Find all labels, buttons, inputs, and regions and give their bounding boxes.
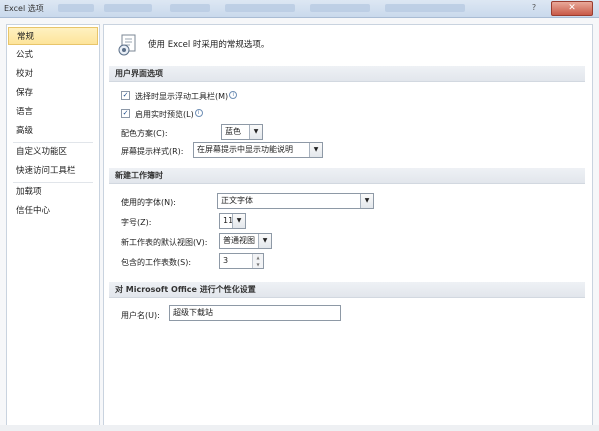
- sidebar-item-save[interactable]: 保存: [8, 84, 98, 102]
- title-bar-decoration: [385, 4, 465, 12]
- screentip-style-label: 屏幕提示样式(R):: [121, 147, 184, 156]
- chevron-down-icon[interactable]: ▼: [232, 214, 245, 228]
- check-icon: ✓: [122, 91, 129, 99]
- username-value: 超级下载站: [173, 308, 213, 317]
- color-scheme-select[interactable]: 蓝色 ▼: [221, 124, 263, 140]
- close-icon: ✕: [568, 3, 576, 13]
- color-scheme-label: 配色方案(C):: [121, 129, 168, 138]
- live-preview-label: 启用实时预览(L): [135, 110, 194, 119]
- mini-toolbar-row: 选择时显示浮动工具栏(M) i: [135, 91, 238, 102]
- title-bar-decoration: [225, 4, 295, 12]
- default-view-select[interactable]: 普通视图 ▼: [219, 233, 272, 249]
- general-options-icon: [118, 34, 136, 56]
- sidebar-item-customize-ribbon[interactable]: 自定义功能区: [8, 143, 98, 161]
- check-icon: ✓: [122, 109, 129, 117]
- window-title: Excel 选项: [4, 4, 44, 13]
- mini-toolbar-checkbox[interactable]: ✓: [121, 91, 130, 100]
- sidebar-item-quick-access-toolbar[interactable]: 快速访问工具栏: [8, 162, 98, 180]
- chevron-up-icon[interactable]: ▲: [253, 254, 263, 261]
- title-bar: Excel 选项 ? ✕: [0, 0, 599, 18]
- options-panel: 使用 Excel 时采用的常规选项。 用户界面选项 ✓ 选择时显示浮动工具栏(M…: [103, 24, 593, 426]
- default-view-label: 新工作表的默认视图(V):: [121, 238, 208, 247]
- title-bar-decoration: [310, 4, 370, 12]
- intro-text: 使用 Excel 时采用的常规选项。: [148, 40, 270, 50]
- color-scheme-value: 蓝色: [225, 127, 241, 136]
- sidebar-item-trust-center[interactable]: 信任中心: [8, 202, 98, 220]
- sidebar-item-advanced[interactable]: 高级: [8, 122, 98, 140]
- stepper-buttons[interactable]: ▲ ▼: [252, 254, 263, 268]
- info-icon: i: [229, 91, 238, 99]
- sheet-count-stepper[interactable]: 3 ▲ ▼: [219, 253, 264, 269]
- info-icon: i: [194, 109, 203, 117]
- category-sidebar: 常规 公式 校对 保存 语言 高级 自定义功能区 快速访问工具栏 加载项 信任中…: [6, 24, 100, 426]
- sidebar-item-language[interactable]: 语言: [8, 103, 98, 121]
- sidebar-item-add-ins[interactable]: 加载项: [8, 183, 98, 201]
- chevron-down-icon[interactable]: ▼: [253, 261, 263, 268]
- chevron-down-icon[interactable]: ▼: [258, 234, 271, 248]
- sidebar-item-general[interactable]: 常规: [8, 27, 98, 45]
- mini-toolbar-label: 选择时显示浮动工具栏(M): [135, 92, 229, 101]
- username-input[interactable]: 超级下载站: [169, 305, 341, 321]
- sheet-count-value: 3: [223, 256, 229, 265]
- dialog-bottom-edge: [0, 425, 599, 431]
- username-label: 用户名(U):: [121, 311, 160, 320]
- chevron-down-icon[interactable]: ▼: [249, 125, 262, 139]
- new-workbook-heading: 新建工作簿时: [109, 168, 585, 184]
- default-view-value: 普通视图: [223, 236, 255, 245]
- title-bar-decoration: [104, 4, 152, 12]
- title-bar-decoration: [58, 4, 94, 12]
- ui-options-heading: 用户界面选项: [109, 66, 585, 82]
- help-button[interactable]: ?: [523, 1, 545, 14]
- font-select[interactable]: 正文字体 ▼: [217, 193, 374, 209]
- screentip-style-value: 在屏幕提示中显示功能说明: [197, 145, 293, 154]
- chevron-down-icon[interactable]: ▼: [360, 194, 373, 208]
- font-label: 使用的字体(N):: [121, 198, 176, 207]
- font-size-select[interactable]: 11 ▼: [219, 213, 246, 229]
- font-size-label: 字号(Z):: [121, 218, 152, 227]
- live-preview-row: 启用实时预览(L) i: [135, 109, 203, 120]
- sidebar-item-proofing[interactable]: 校对: [8, 65, 98, 83]
- sheet-count-label: 包含的工作表数(S):: [121, 258, 192, 267]
- title-bar-decoration: [170, 4, 210, 12]
- chevron-down-icon[interactable]: ▼: [309, 143, 322, 157]
- font-value: 正文字体: [221, 196, 253, 205]
- live-preview-checkbox[interactable]: ✓: [121, 109, 130, 118]
- screentip-style-select[interactable]: 在屏幕提示中显示功能说明 ▼: [193, 142, 323, 158]
- personalize-heading: 对 Microsoft Office 进行个性化设置: [109, 282, 585, 298]
- sidebar-item-formulas[interactable]: 公式: [8, 46, 98, 64]
- close-button[interactable]: ✕: [551, 1, 593, 16]
